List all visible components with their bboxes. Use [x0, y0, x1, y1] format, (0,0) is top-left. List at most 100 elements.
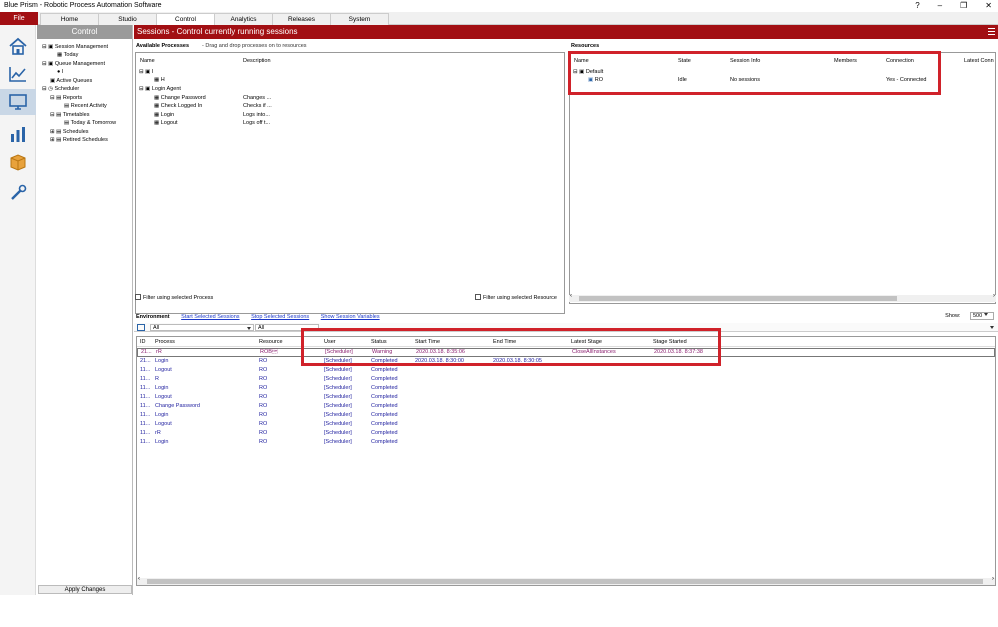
nav-item-queue[interactable]: ● I [57, 69, 63, 76]
home-icon[interactable] [8, 37, 28, 55]
start-sessions-link[interactable]: Start Selected Sessions [181, 314, 239, 320]
col-process[interactable]: Process [155, 339, 175, 345]
process-filter-select[interactable]: All [150, 324, 254, 331]
scroll-thumb[interactable] [579, 296, 897, 301]
monitor-icon [9, 94, 27, 110]
main-area: Sessions - Control currently running ses… [134, 25, 998, 595]
tab-system[interactable]: System [330, 13, 389, 25]
nav-item-timetables[interactable]: ⊟ ▤ Timetables [50, 112, 89, 119]
title-bar: Blue Prism - Robotic Process Automation … [0, 0, 998, 12]
nav-item-schedules[interactable]: ⊞ ▤ Schedules [50, 129, 89, 136]
help-button[interactable]: ? [915, 0, 919, 12]
package-icon[interactable] [8, 153, 28, 171]
hamburger-menu-icon[interactable] [988, 28, 995, 35]
table-row[interactable]: 11... Logout RO [Scheduler] Completed [137, 366, 995, 375]
file-menu[interactable]: File [0, 12, 38, 25]
close-button[interactable]: ✕ [985, 0, 992, 12]
process-row[interactable]: ▦ Logout [154, 120, 178, 126]
tab-analytics[interactable]: Analytics [214, 13, 273, 25]
table-row[interactable]: 11... rR RO [Scheduler] Completed [137, 429, 995, 438]
cell-status: Completed [371, 394, 398, 400]
table-row[interactable]: 11... Login RO [Scheduler] Completed [137, 384, 995, 393]
cell-id: 11... [140, 394, 151, 400]
scroll-left-icon[interactable]: ‹ [570, 293, 572, 299]
table-row[interactable]: 11... Logout RO [Scheduler] Completed [137, 393, 995, 402]
bar-chart-icon[interactable] [8, 125, 28, 143]
tab-home[interactable]: Home [40, 13, 99, 25]
cell-id: 11... [140, 385, 151, 391]
cell-status: Completed [371, 385, 398, 391]
minimize-button[interactable]: – [938, 0, 942, 12]
nav-item-queue-management[interactable]: ⊟ ▣ Queue Management [42, 61, 105, 68]
chart-line-icon[interactable] [8, 65, 28, 83]
table-row[interactable]: 11... Logout RO [Scheduler] Completed [137, 420, 995, 429]
cell-user: [Scheduler] [324, 430, 352, 436]
cell-process: Change Password [155, 403, 200, 409]
nav-item-scheduler[interactable]: ⊟ ◷ Scheduler [42, 86, 79, 93]
process-group-row[interactable]: ⊟ ▣ I [139, 69, 153, 75]
table-row[interactable]: 11... Login RO [Scheduler] Completed [137, 411, 995, 420]
filter-icon[interactable] [137, 324, 145, 331]
control-nav-button[interactable] [0, 89, 36, 115]
cell-resource: RO [259, 421, 268, 427]
filter-resource-checkbox[interactable]: Filter using selected Resource [475, 294, 557, 302]
nav-item-recent-activity[interactable]: ▤ Recent Activity [64, 103, 107, 110]
cell-resource: RO [259, 439, 268, 445]
cell-resource: RO [259, 430, 268, 436]
cell-status: Completed [371, 403, 398, 409]
stop-sessions-link[interactable]: Stop Selected Sessions [251, 314, 309, 320]
process-row[interactable]: ▦ H [154, 77, 165, 83]
tab-studio[interactable]: Studio [98, 13, 157, 25]
restore-button[interactable]: ❐ [960, 0, 967, 12]
cell-id: 11... [140, 367, 151, 373]
cell-user: [Scheduler] [324, 412, 352, 418]
highlight-box-sessions [301, 328, 721, 366]
nav-item-today[interactable]: ▦ Today [57, 52, 78, 59]
resources-title: Resources [571, 43, 600, 49]
process-row[interactable]: ▦ Change Password [154, 95, 206, 101]
nav-item-session-management[interactable]: ⊟ ▣ Session Management [42, 44, 108, 51]
cell-process: Logout [155, 421, 172, 427]
scroll-right-icon[interactable]: › [992, 576, 994, 582]
cell-user: [Scheduler] [324, 376, 352, 382]
scroll-right-icon[interactable]: › [993, 293, 995, 299]
process-row[interactable]: ▦ Login [154, 112, 174, 118]
cell-user: [Scheduler] [324, 394, 352, 400]
table-row[interactable]: 11... R RO [Scheduler] Completed [137, 375, 995, 384]
col-resource[interactable]: Resource [259, 339, 283, 345]
apply-changes-button[interactable]: Apply Changes [38, 585, 132, 594]
cell-id: 11... [140, 412, 151, 418]
processes-tree-panel[interactable]: Name Description ⊟ ▣ I ▦ H ⊟ ▣ Login Age… [135, 52, 565, 314]
resources-scrollbar[interactable]: ‹ › [569, 293, 996, 302]
cell-id: 21... [141, 349, 152, 355]
col-id[interactable]: ID [140, 339, 146, 345]
process-row[interactable]: ▦ Check Logged In [154, 103, 202, 109]
grid-scrollbar[interactable]: ‹ › [137, 576, 995, 585]
process-group-row[interactable]: ⊟ ▣ Login Agent [139, 86, 181, 92]
tab-releases[interactable]: Releases [272, 13, 331, 25]
cell-process: R [155, 376, 159, 382]
cell-resource: RO [259, 376, 268, 382]
chevron-down-icon[interactable] [990, 326, 994, 329]
scroll-thumb[interactable] [147, 579, 983, 584]
cell-id: 21... [140, 358, 151, 364]
available-processes-hint: - Drag and drop processes on to resource… [202, 43, 307, 49]
table-row[interactable]: 11... Change Password RO [Scheduler] Complet… [137, 402, 995, 411]
nav-item-active-queues[interactable]: ▣ Active Queues [50, 78, 92, 85]
filter-process-checkbox[interactable]: Filter using selected Process [135, 294, 213, 302]
cell-process: Login [155, 439, 169, 445]
cell-resource: RO [259, 412, 268, 418]
show-session-variables-link[interactable]: Show Session Variables [321, 314, 380, 320]
sessions-grid[interactable]: ID Process Resource User Status Start Ti… [136, 336, 996, 586]
environment-toolbar: Environment Start Selected Sessions Stop… [134, 314, 380, 320]
show-count-select[interactable]: 500 [970, 312, 994, 320]
cell-user: [Scheduler] [324, 367, 352, 373]
nav-item-retired-schedules[interactable]: ⊞ ▤ Retired Schedules [50, 137, 108, 144]
left-icon-bar [0, 25, 36, 595]
tools-icon[interactable] [8, 183, 28, 201]
nav-item-reports[interactable]: ⊟ ▤ Reports [50, 95, 82, 102]
table-row[interactable]: 11... Login RO [Scheduler] Completed [137, 438, 995, 447]
nav-item-today-tomorrow[interactable]: ▤ Today & Tomorrow [64, 120, 116, 127]
scroll-left-icon[interactable]: ‹ [138, 576, 140, 582]
cell-resource: RO [259, 367, 268, 373]
